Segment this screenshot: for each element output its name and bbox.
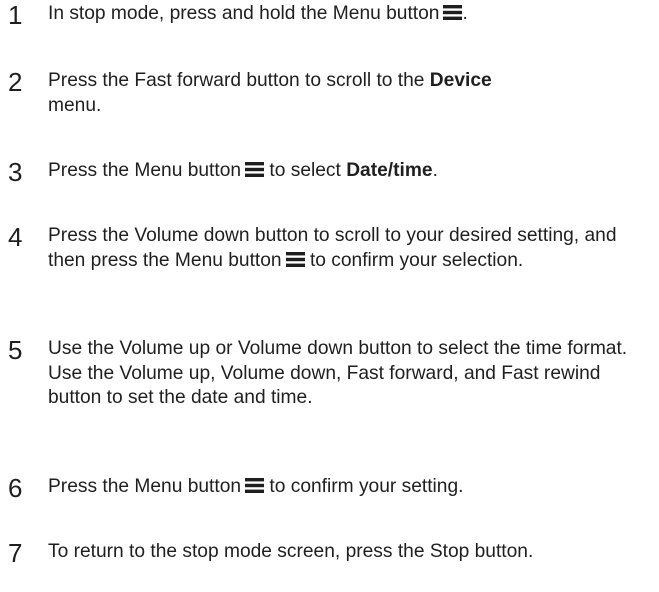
- step-text-part: Press the Menu button: [48, 160, 242, 181]
- step-number: 1: [8, 0, 23, 30]
- step-text: Press the Menu button to select Date/tim…: [48, 159, 653, 184]
- step-text-bold: Device: [429, 70, 492, 91]
- step-number: 2: [8, 67, 23, 97]
- step-number: 5: [8, 335, 23, 365]
- step-text: Press the Menu button to confirm your se…: [48, 475, 653, 500]
- step-text-part: to confirm your selection.: [304, 249, 524, 271]
- step-number: 3: [8, 157, 23, 187]
- step-text: Use the Volume up or Volume down button …: [48, 338, 628, 408]
- step-number: 6: [8, 473, 23, 503]
- menu-icon: [285, 251, 305, 267]
- step-text-part: to select: [264, 160, 347, 181]
- menu-icon: [245, 162, 265, 177]
- step-number: 7: [8, 538, 23, 568]
- step-text-part: menu.: [48, 94, 102, 116]
- step-text-part: In stop mode, press and hold the Menu bu…: [48, 3, 440, 24]
- step-text: Press the Fast forward button to scroll …: [48, 69, 653, 118]
- step-text-part: Press the Menu button: [48, 476, 242, 497]
- step-text-part: .: [432, 160, 438, 181]
- step-text-part: to confirm your setting.: [264, 476, 464, 497]
- step-text-part: Press the Fast forward button to scroll …: [48, 70, 430, 91]
- menu-icon: [245, 478, 265, 493]
- step-text: To return to the stop mode screen, press…: [48, 541, 534, 562]
- step-text: In stop mode, press and hold the Menu bu…: [48, 2, 653, 27]
- step-text: Press the Volume down button to scroll t…: [48, 224, 653, 273]
- step-text-bold: Date/time: [346, 160, 433, 181]
- menu-icon: [443, 5, 463, 20]
- step-text-part: .: [462, 3, 468, 24]
- step-number: 4: [8, 222, 23, 252]
